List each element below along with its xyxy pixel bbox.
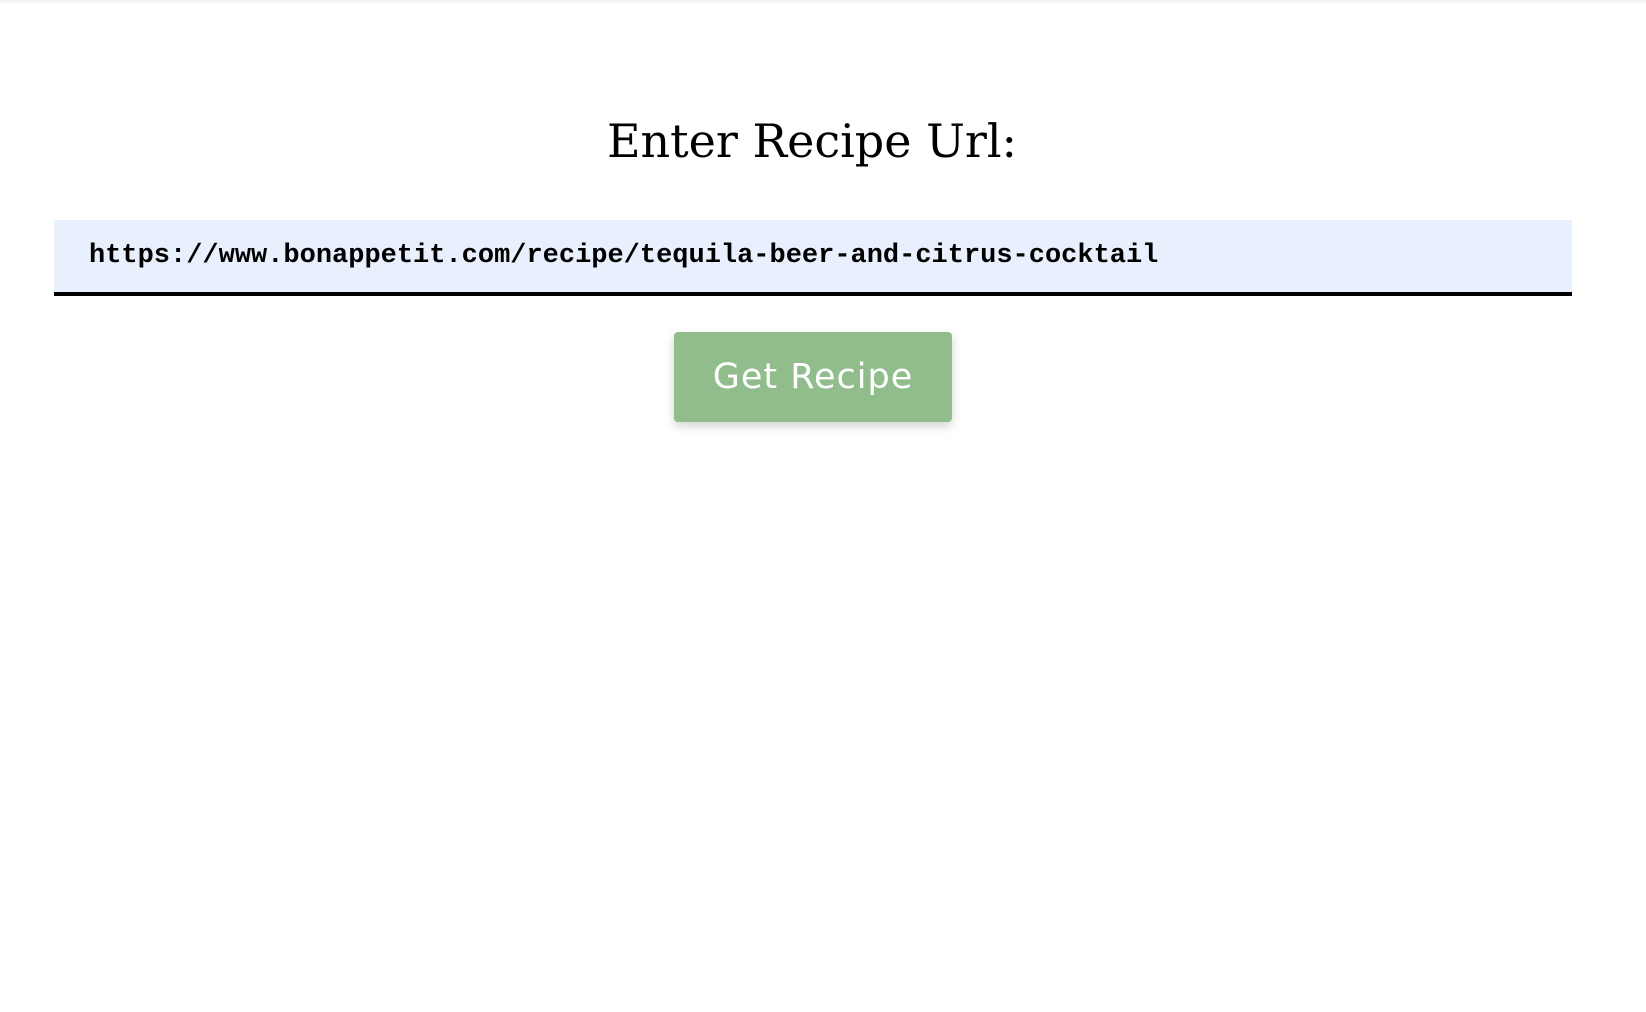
page-title: Enter Recipe Url:	[606, 114, 1018, 168]
top-edge-shadow	[0, 0, 1646, 4]
recipe-url-input[interactable]	[54, 220, 1572, 296]
get-recipe-button[interactable]: Get Recipe	[674, 332, 952, 422]
